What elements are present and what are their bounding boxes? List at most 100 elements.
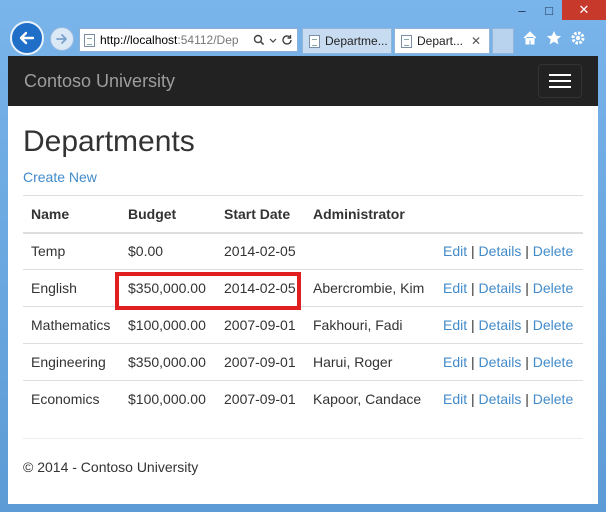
cell-start-date: 2007-09-01 [216,306,305,344]
cell-administrator [305,232,435,270]
separator: | [525,280,529,296]
cell-name: Economics [23,380,120,418]
departments-table: Name Budget Start Date Administrator Tem… [23,195,583,418]
tab-label: Depart... [417,34,464,48]
tab-departments-2[interactable]: Depart... ✕ [394,28,490,54]
star-icon[interactable] [546,30,562,46]
cell-administrator: Kapoor, Candace [305,380,435,418]
page-content: Departments Create New Name Budget Start… [8,124,598,475]
footer-text: © 2014 - Contoso University [23,458,199,475]
details-link[interactable]: Details [479,391,522,407]
back-button[interactable] [10,21,44,55]
page-title: Departments [23,125,195,158]
edit-link[interactable]: Edit [443,280,467,296]
edit-link[interactable]: Edit [443,317,467,333]
cell-name: Engineering [23,343,120,381]
table-row: Mathematics $100,000.00 2007-09-01 Fakhouri… [23,306,583,344]
page-icon [309,34,320,48]
column-header-name: Name [23,195,120,234]
minimize-button[interactable]: – [508,0,536,20]
cell-actions: Edit | Details | Delete [435,232,583,270]
delete-link[interactable]: Delete [533,317,573,333]
cell-actions: Edit | Details | Delete [435,306,583,344]
footer-divider [23,437,583,439]
menu-icon [549,74,571,76]
separator: | [471,354,475,370]
table-header-row: Name Budget Start Date Administrator [23,195,583,234]
arrow-right-icon [56,34,67,44]
cell-administrator: Harui, Roger [305,343,435,381]
site-navbar: Contoso University [8,56,598,106]
address-bar[interactable]: http://localhost:54112/Dep [79,28,298,52]
cell-name: Mathematics [23,306,120,344]
cell-budget: $100,000.00 [120,380,216,418]
details-link[interactable]: Details [479,354,522,370]
separator: | [525,391,529,408]
new-tab-button[interactable] [492,28,514,54]
delete-link[interactable]: Delete [533,354,573,370]
cell-name: English [23,269,120,307]
address-tools [249,34,297,46]
page-icon [401,34,412,48]
table-row: Engineering $350,000.00 2007-09-01 Harui, R… [23,343,583,381]
details-link[interactable]: Details [479,317,522,333]
close-icon[interactable]: ✕ [471,34,481,48]
browser-window: – □ ✕ http://localhost:54112/Dep Departm… [0,0,606,512]
table-row: Economics $100,000.00 2007-09-01 Kapoor, Ca… [23,380,583,418]
address-url[interactable]: http://localhost:54112/Dep [100,33,249,47]
table-row: English $350,000.00 2014-02-05 Abercrombie,… [23,269,583,307]
column-header-actions [435,195,583,234]
menu-icon [549,80,571,82]
cell-start-date: 2007-09-01 [216,343,305,381]
page-viewport: Contoso University Departments Create Ne… [8,56,598,504]
brand-link[interactable]: Contoso University [24,71,175,92]
cell-actions: Edit | Details | Delete [435,380,583,418]
cell-actions: Edit | Details | Delete [435,343,583,381]
delete-link[interactable]: Delete [533,391,573,407]
browser-toolbar [522,30,586,46]
tab-label: Departme... [325,34,388,48]
refresh-icon[interactable] [281,34,293,46]
maximize-button[interactable]: □ [536,0,562,20]
separator: | [525,354,529,370]
table-body: Temp $0.00 2014-02-05 Edit | Details | Dele… [23,232,583,418]
column-header-administrator: Administrator [305,195,435,234]
forward-button[interactable] [50,27,74,51]
menu-toggle-button[interactable] [538,64,582,98]
details-link[interactable]: Details [479,243,522,259]
cell-administrator: Abercrombie, Kim [305,269,435,307]
edit-link[interactable]: Edit [443,354,467,370]
menu-icon [549,86,571,88]
cell-budget: $350,000.00 [120,269,216,307]
cell-name: Temp [23,232,120,270]
cell-budget: $100,000.00 [120,306,216,344]
separator: | [471,243,475,260]
cell-budget: $0.00 [120,232,216,270]
cell-administrator: Fakhouri, Fadi [305,306,435,344]
tab-departments-1[interactable]: Departme... [302,28,392,54]
home-icon[interactable] [522,30,538,46]
column-header-budget: Budget [120,195,216,234]
details-link[interactable]: Details [479,280,522,296]
page-icon [84,33,95,47]
cell-start-date: 2014-02-05 [216,232,305,270]
edit-link[interactable]: Edit [443,243,467,259]
delete-link[interactable]: Delete [533,280,573,296]
close-window-button[interactable]: ✕ [562,0,606,20]
column-header-start-date: Start Date [216,195,305,234]
separator: | [471,317,475,333]
table-row: Temp $0.00 2014-02-05 Edit | Details | Dele… [23,232,583,270]
arrow-left-icon [19,31,35,45]
create-new-link[interactable]: Create New [23,169,97,185]
edit-link[interactable]: Edit [443,391,467,407]
cell-budget: $350,000.00 [120,343,216,381]
cell-actions: Edit | Details | Delete [435,269,583,307]
separator: | [525,243,529,260]
delete-link[interactable]: Delete [533,243,573,259]
gear-icon[interactable] [570,30,586,46]
separator: | [471,391,475,408]
separator: | [525,317,529,333]
chevron-down-icon[interactable] [269,34,277,46]
cell-start-date: 2007-09-01 [216,380,305,418]
search-icon[interactable] [253,34,265,46]
